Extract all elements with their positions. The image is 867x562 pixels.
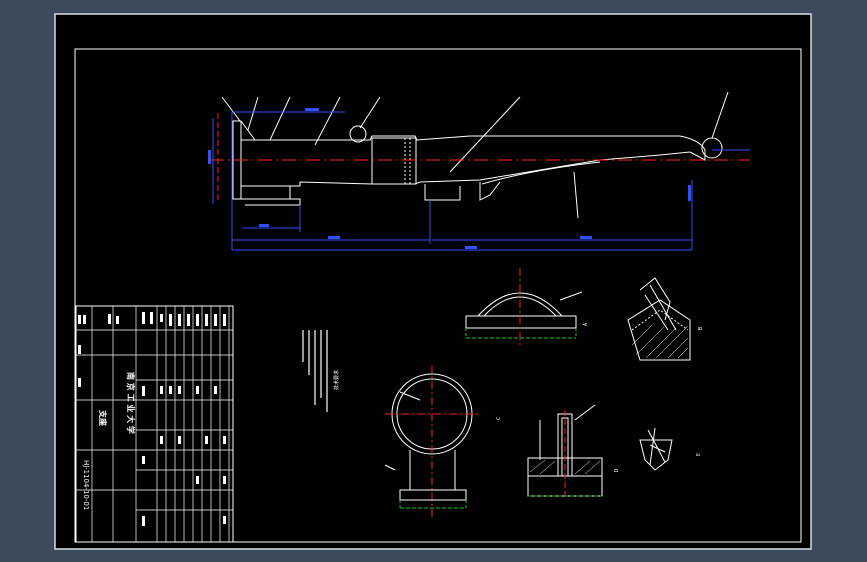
- cad-viewport[interactable]: A B C D E 技术要求 南 京 工 业 大 学 支座 HJ-1104-10…: [0, 0, 867, 562]
- drawing-sheet: A B C D E 技术要求 南 京 工 业 大 学 支座 HJ-1104-10…: [54, 13, 812, 550]
- detail-b-label: B: [698, 327, 704, 330]
- detail-c-label: C: [496, 417, 502, 420]
- notes-title: 技术要求: [333, 370, 340, 390]
- title-drawing-name: 支座: [98, 409, 108, 426]
- detail-e-label: E: [696, 453, 702, 456]
- title-drawing-number: HJ-1104-10-01: [82, 460, 90, 510]
- paper-border: [54, 13, 812, 550]
- title-school: 南 京 工 业 大 学: [126, 372, 136, 434]
- detail-a-label: A: [583, 323, 589, 326]
- detail-d-label: D: [614, 469, 620, 472]
